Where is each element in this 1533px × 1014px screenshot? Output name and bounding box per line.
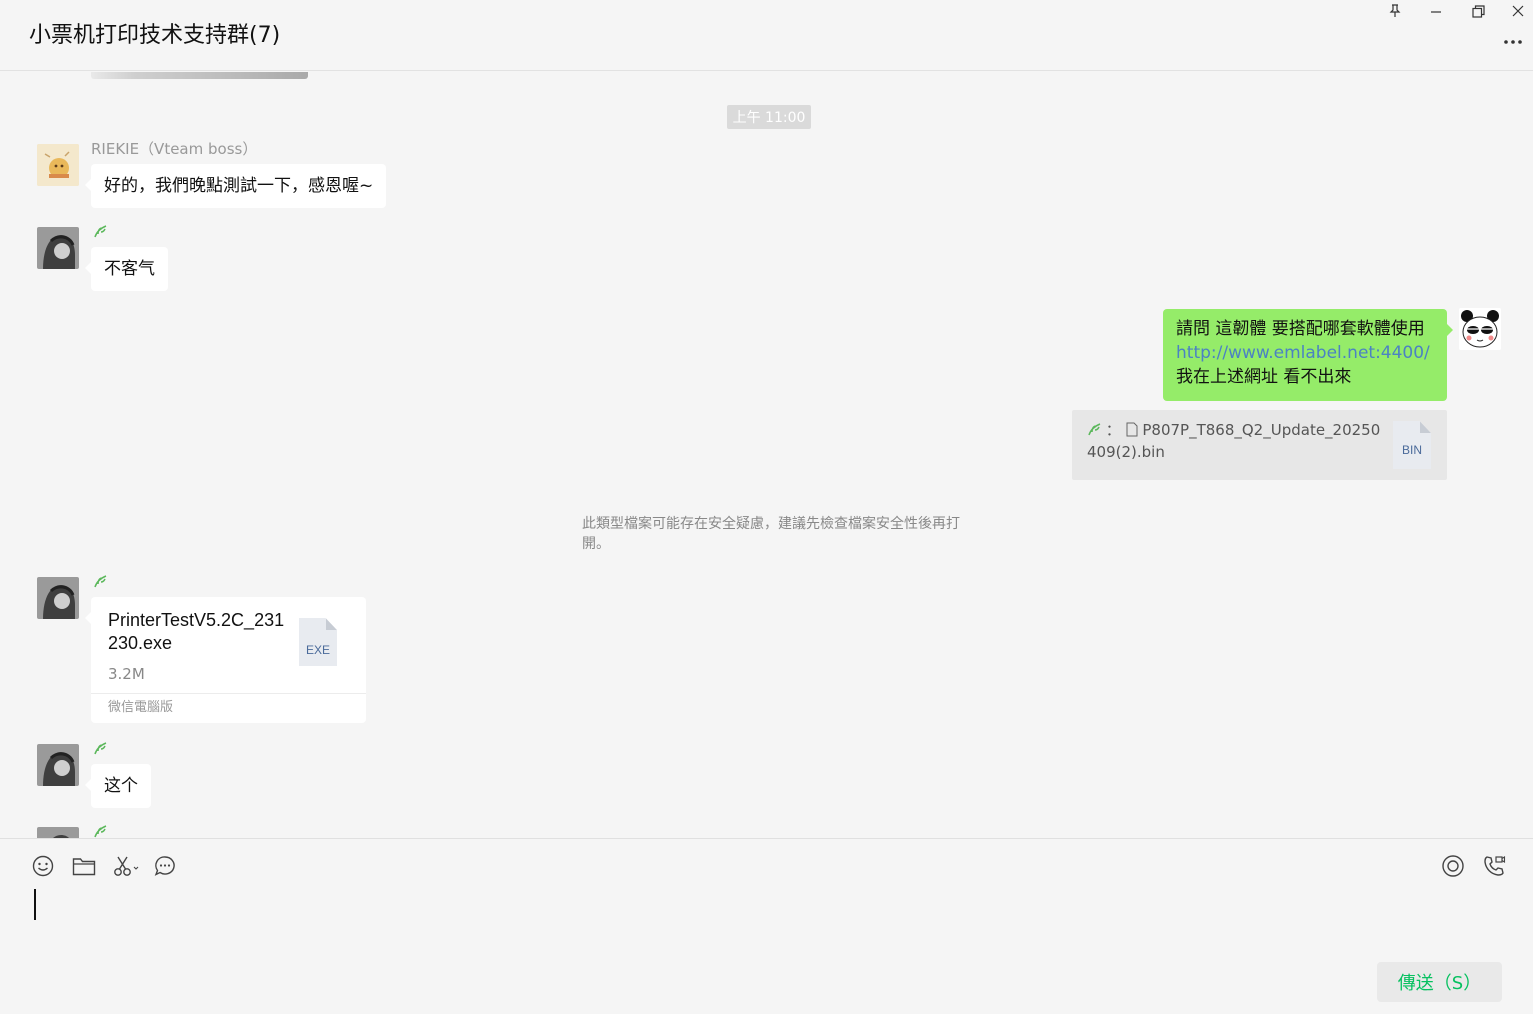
leaf-icon [93, 223, 107, 238]
close-icon[interactable] [1498, 0, 1533, 22]
quote-file-name-cont: 409(2).bin [1087, 443, 1165, 461]
security-notice: 此類型檔案可能存在安全疑慮，建議先檢查檔案安全性後再打開。 [582, 516, 960, 552]
bin-file-icon: BIN [1393, 421, 1431, 469]
message-bubble[interactable]: 这个 [85, 764, 151, 808]
scissors-icon[interactable] [112, 853, 142, 879]
live-icon[interactable] [1440, 853, 1466, 879]
message-link[interactable]: http://www.emlabel.net:4400/ [1176, 341, 1434, 365]
chat-history-icon[interactable] [152, 853, 178, 879]
emoji-icon[interactable] [30, 853, 56, 879]
message-line: 請問 這韌體 要搭配哪套軟體使用 [1176, 319, 1425, 339]
call-icon[interactable] [1481, 853, 1507, 879]
send-button[interactable]: 傳送（S） [1377, 962, 1502, 1002]
quote-file-name: P807P_T868_Q2_Update_20250 [1142, 421, 1381, 439]
sender-name: RIEKIE（Vteam boss） [91, 140, 258, 158]
folder-icon[interactable] [71, 853, 97, 879]
pin-icon[interactable] [1375, 0, 1415, 22]
text-input-caret[interactable] [34, 889, 36, 920]
message-bubble[interactable]: 不客气 [85, 247, 168, 291]
quote-prefix: ： [1105, 421, 1121, 439]
leaf-icon [1087, 421, 1101, 436]
file-source: 微信電腦版 [91, 693, 366, 723]
leaf-icon [93, 823, 107, 838]
restore-icon[interactable] [1458, 0, 1498, 22]
chat-title: 小票机打印技术支持群(7) [29, 23, 281, 48]
avatar-member[interactable] [37, 227, 79, 269]
timestamp-badge: 上午 11:00 [727, 105, 811, 129]
document-icon [1126, 422, 1138, 442]
avatar-self[interactable] [1459, 308, 1501, 350]
avatar-member[interactable] [37, 577, 79, 619]
message-input-area[interactable]: 傳送（S） [0, 838, 1533, 1014]
message-line: 我在上述網址 看不出來 [1176, 367, 1352, 387]
message-bubble-self[interactable]: 請問 這韌體 要搭配哪套軟體使用 http://www.emlabel.net:… [1163, 309, 1453, 401]
file-name: PrinterTestV5.2C_231230.exe [108, 610, 285, 653]
leaf-icon [93, 573, 107, 588]
message-bubble[interactable]: 好的，我們晚點測試一下，感恩喔~ [84, 164, 387, 208]
chat-header: 小票机打印技术支持群(7) [0, 0, 1533, 71]
avatar-member-partial[interactable] [37, 827, 79, 838]
file-size: 3.2M [108, 665, 145, 683]
minimize-icon[interactable] [1416, 0, 1456, 22]
avatar-riekie[interactable] [37, 144, 79, 186]
file-message-card[interactable]: PrinterTestV5.2C_231230.exe 3.2M EXE 微信電… [85, 597, 366, 723]
quoted-file[interactable]: ： P807P_T868_Q2_Update_20250 409(2).bin … [1072, 410, 1447, 480]
avatar-member[interactable] [37, 744, 79, 786]
leaf-icon [93, 740, 107, 755]
more-options-icon[interactable] [1499, 30, 1527, 54]
exe-file-icon: EXE [299, 618, 337, 666]
chat-messages[interactable]: 上午 11:00 RIEKIE（Vteam boss） 好的，我們晚點測試一下，… [0, 72, 1533, 838]
image-message-partial[interactable] [91, 72, 308, 79]
